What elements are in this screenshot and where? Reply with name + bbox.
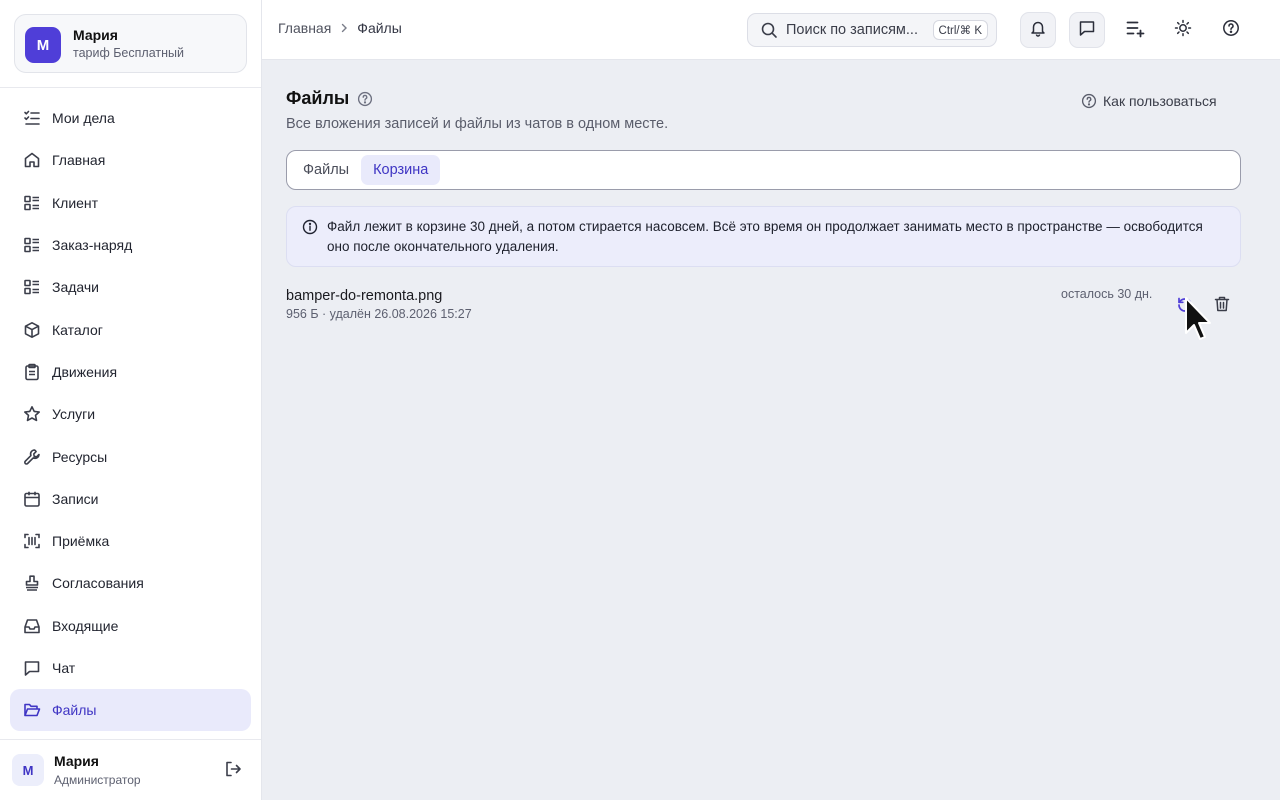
- sidebar-item-label: Услуги: [52, 406, 96, 423]
- sidebar-item-label: Мои дела: [52, 110, 115, 127]
- chat-icon: [22, 658, 42, 678]
- folder-open-icon: [22, 700, 42, 720]
- sidebar-item-home[interactable]: Главная: [10, 139, 251, 181]
- sidebar-item-intake[interactable]: Приёмка: [10, 520, 251, 562]
- sidebar-item-label: Чат: [52, 660, 76, 676]
- files-tabs: Файлы Корзина: [286, 150, 1241, 190]
- delete-forever-icon[interactable]: [1213, 295, 1233, 315]
- bell-icon: [1029, 19, 1047, 42]
- account-avatar: М: [25, 27, 61, 63]
- search-input[interactable]: Поиск по записям... Ctrl/⌘ K: [747, 13, 997, 47]
- user-name: Мария: [54, 753, 99, 769]
- restore-icon[interactable]: [1175, 295, 1195, 315]
- page-subtitle: Все вложения записей и файлы из чатов в …: [286, 116, 669, 132]
- current-user: М Мария Администратор: [12, 752, 250, 788]
- how-to-use-link[interactable]: Как пользоваться: [1081, 93, 1217, 109]
- star-icon: [22, 404, 42, 424]
- sidebar-divider: [0, 739, 261, 740]
- file-meta: 956 Б · удалён 26.08.2026 15:27: [286, 307, 472, 321]
- logout-icon[interactable]: [224, 760, 242, 778]
- wrench-icon: [22, 447, 42, 467]
- trash-notice: Файл лежит в корзине 30 дней, а потом ст…: [286, 206, 1241, 267]
- breadcrumb-current: Файлы: [357, 20, 402, 36]
- sidebar-item-chat[interactable]: Чат: [10, 647, 251, 689]
- help-circle-icon: [1081, 93, 1097, 109]
- list-icon: [22, 235, 42, 255]
- list-icon: [22, 277, 42, 297]
- clipboard-icon: [22, 362, 42, 382]
- sidebar-item-label: Приёмка: [52, 533, 110, 550]
- account-switcher[interactable]: М Мария тариф Бесплатный: [14, 14, 247, 73]
- list-icon: [22, 193, 42, 213]
- messages-button[interactable]: [1069, 12, 1105, 48]
- user-role: Администратор: [54, 773, 141, 787]
- sidebar-item-tasks[interactable]: Задачи: [10, 266, 251, 308]
- help-circle-icon[interactable]: [357, 91, 373, 107]
- sidebar-item-label: Записи: [52, 490, 99, 507]
- page-title: Файлы: [286, 88, 373, 109]
- barcode-scan-icon: [22, 531, 42, 551]
- notifications-button[interactable]: [1020, 12, 1056, 48]
- sun-icon: [1174, 19, 1192, 42]
- sidebar-nav: Мои дела Главная Клиент Заказ-наряд Зада…: [10, 97, 251, 732]
- add-task-button[interactable]: [1117, 12, 1153, 48]
- page-title-text: Файлы: [286, 88, 350, 108]
- sidebar-item-label: Входящие: [52, 617, 119, 634]
- box-icon: [22, 320, 42, 340]
- file-name: bamper-do-remonta.png: [286, 288, 443, 304]
- chat-icon: [1078, 19, 1096, 42]
- sidebar-item-work-order[interactable]: Заказ-наряд: [10, 224, 251, 266]
- search-placeholder: Поиск по записям...: [786, 22, 918, 38]
- sidebar-item-my-tasks[interactable]: Мои дела: [10, 97, 251, 139]
- sidebar-item-label: Клиент: [52, 194, 99, 211]
- user-avatar: М: [12, 754, 44, 786]
- sidebar-item-client[interactable]: Клиент: [10, 182, 251, 224]
- sidebar-item-inbox[interactable]: Входящие: [10, 605, 251, 647]
- calendar-icon: [22, 489, 42, 509]
- days-remaining: осталось 30 дн.: [1061, 287, 1153, 301]
- help-circle-icon: [1222, 19, 1240, 42]
- list-item: bamper-do-remonta.png 956 Б · удалён 26.…: [286, 286, 1241, 330]
- sidebar-item-movements[interactable]: Движения: [10, 351, 251, 393]
- breadcrumb: Главная Файлы: [278, 20, 402, 36]
- inbox-icon: [22, 616, 42, 636]
- tab-trash[interactable]: Корзина: [361, 155, 441, 185]
- account-plan: тариф Бесплатный: [73, 46, 184, 60]
- checklist-icon: [22, 108, 42, 128]
- search-icon: [760, 21, 778, 39]
- account-name: Мария: [73, 27, 118, 43]
- sidebar-item-services[interactable]: Услуги: [10, 393, 251, 435]
- breadcrumb-home[interactable]: Главная: [278, 20, 331, 36]
- top-bar: Главная Файлы Поиск по записям... Ctrl/⌘…: [262, 0, 1280, 60]
- chevron-right-icon: [339, 21, 349, 36]
- sidebar-item-records[interactable]: Записи: [10, 478, 251, 520]
- sidebar-item-label: Задачи: [52, 279, 100, 296]
- sidebar-item-catalog[interactable]: Каталог: [10, 308, 251, 350]
- sidebar-item-label: Каталог: [52, 321, 103, 338]
- sidebar-item-approvals[interactable]: Согласования: [10, 562, 251, 604]
- home-icon: [22, 150, 42, 170]
- list-add-icon: [1125, 18, 1145, 43]
- info-icon: [302, 219, 318, 235]
- sidebar-item-resources[interactable]: Ресурсы: [10, 435, 251, 477]
- sidebar-item-label: Согласования: [52, 575, 144, 592]
- sidebar-item-label: Главная: [52, 152, 106, 169]
- notice-text: Файл лежит в корзине 30 дней, а потом ст…: [327, 219, 1203, 254]
- sidebar-item-label: Файлы: [52, 702, 97, 719]
- sidebar-item-label: Движения: [52, 363, 118, 380]
- search-shortcut: Ctrl/⌘ K: [932, 20, 988, 40]
- sidebar-item-label: Ресурсы: [52, 448, 108, 465]
- stamp-icon: [22, 573, 42, 593]
- tab-files[interactable]: Файлы: [291, 155, 361, 185]
- theme-toggle-button[interactable]: [1165, 12, 1201, 48]
- sidebar: М Мария тариф Бесплатный Мои дела Главна…: [0, 0, 262, 800]
- sidebar-item-files[interactable]: Файлы: [10, 689, 251, 732]
- how-to-use-label: Как пользоваться: [1103, 93, 1217, 109]
- sidebar-item-label: Заказ-наряд: [52, 237, 133, 254]
- sidebar-divider: [0, 87, 261, 88]
- help-button[interactable]: [1213, 12, 1249, 48]
